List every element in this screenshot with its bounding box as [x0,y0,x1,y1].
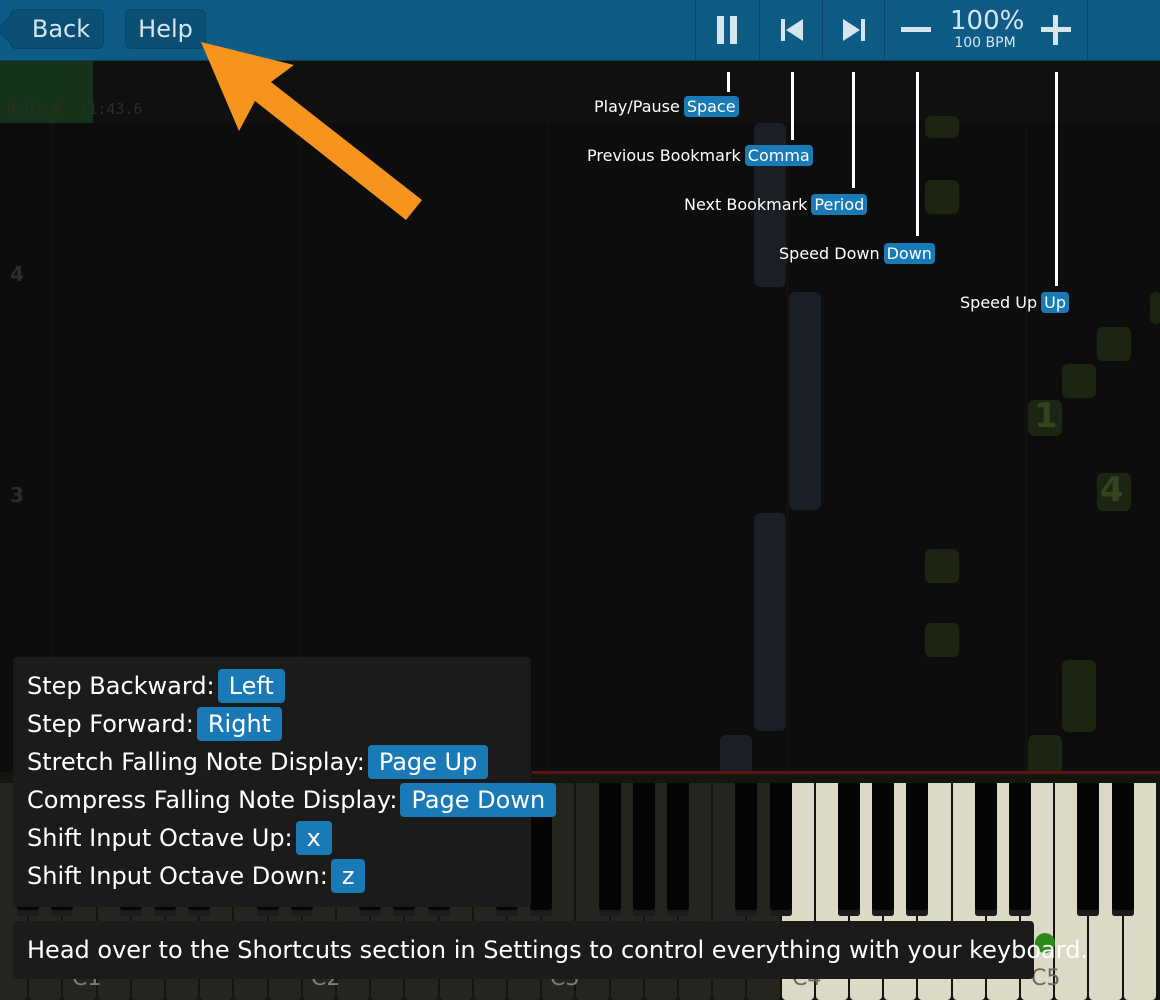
black-key[interactable] [906,783,929,916]
remaining-time: +1:43.6 [79,100,143,118]
key-badge: Space [683,96,739,117]
callout-line [916,72,919,236]
black-key[interactable] [735,783,758,916]
time-readout: 0:01.4 +1:43.6 [7,100,142,118]
tip-banner: Head over to the Shortcuts section in Se… [13,921,1088,979]
key-badge: Right [196,707,283,741]
callout-label: Previous Bookmark [587,146,741,165]
hit-line [532,771,1160,774]
key-badge: z [330,859,366,893]
falling-note [925,180,959,214]
toolbar-separator [884,0,885,60]
black-key[interactable] [838,783,860,916]
shortcut-row: Shift Input Octave Down: z [27,859,366,893]
elapsed-time: 0:01.4 [7,100,62,118]
black-key[interactable] [1111,783,1134,916]
shortcut-row: Shift Input Octave Up: x [27,821,332,855]
shortcut-label: Compress Falling Note Display: [27,786,398,814]
key-badge: Period [811,194,868,215]
toolbar-separator [759,0,760,60]
shortcut-row: Step Backward: Left [27,669,285,703]
key-badge: Page Up [367,745,489,779]
callout-speed-up: Speed Up Up [960,292,1069,313]
callout-play-pause: Play/Pause Space [594,96,739,117]
top-toolbar: Back Help 100% 100 BPM [0,0,1160,61]
falling-note [720,735,752,775]
octave-label: C5 [1031,966,1061,991]
pause-icon[interactable] [710,14,744,46]
finger-label: 1 [1034,396,1058,436]
previous-bookmark-icon[interactable] [775,14,809,46]
black-key[interactable] [598,783,621,916]
shortcut-label: Shift Input Octave Down: [27,862,328,890]
key-badge: Left [217,669,285,703]
black-key[interactable] [769,783,792,916]
black-key[interactable] [667,783,689,916]
callout-previous-bookmark: Previous Bookmark Comma [587,145,813,166]
next-bookmark-icon[interactable] [837,14,871,46]
falling-note [1150,292,1160,324]
timeline-bar[interactable] [0,61,1160,123]
falling-note [1062,364,1096,398]
black-key[interactable] [632,783,655,916]
falling-note [789,292,821,510]
falling-note [754,513,786,731]
falling-note [925,623,959,657]
key-badge: Page Down [400,783,557,817]
key-badge: Up [1041,292,1069,313]
lane-line [787,123,788,773]
shortcut-row: Compress Falling Note Display: Page Down [27,783,557,817]
shortcut-row: Stretch Falling Note Display: Page Up [27,745,489,779]
shortcut-label: Step Forward: [27,710,194,738]
callout-line [1055,72,1058,286]
speed-percent: 100% [950,6,1025,36]
callout-next-bookmark: Next Bookmark Period [684,194,868,215]
lane-line [1026,123,1027,773]
shortcut-label: Step Backward: [27,672,215,700]
shortcut-label: Stretch Falling Note Display: [27,748,365,776]
toolbar-separator [695,0,696,60]
minus-icon[interactable] [898,14,934,46]
callout-label: Speed Up [960,293,1038,312]
falling-note [925,116,959,138]
key-badge: x [295,821,332,855]
finger-label: 4 [1100,470,1124,510]
callout-label: Play/Pause [594,97,680,116]
callout-label: Next Bookmark [684,195,808,214]
falling-note [925,549,959,583]
callout-line [852,72,855,188]
shortcut-panel: Step Backward: Left Step Forward: Right St… [13,657,557,907]
black-key[interactable] [1077,783,1100,916]
lane-line [548,123,549,773]
falling-note [1062,660,1096,732]
shortcut-row: Step Forward: Right [27,707,283,741]
callout-speed-down: Speed Down Down [779,243,935,264]
black-key[interactable] [1009,783,1031,916]
key-badge: Down [883,243,935,264]
callout-line [727,72,730,92]
back-button[interactable]: Back [10,9,104,49]
falling-note [1028,735,1062,775]
back-button-label: Back [31,15,91,43]
tutorial-arrow-icon [201,42,422,220]
black-key[interactable] [974,783,997,916]
key-badge: Comma [744,145,813,166]
plus-icon[interactable] [1038,14,1074,46]
toolbar-separator [1087,0,1088,60]
measure-number: 4 [10,262,24,286]
toolbar-separator [822,0,823,60]
black-key[interactable] [872,783,895,916]
shortcut-label: Shift Input Octave Up: [27,824,293,852]
measure-number: 3 [10,483,24,507]
callout-label: Speed Down [779,244,880,263]
falling-note [1097,327,1131,361]
speed-bpm: 100 BPM [954,35,1016,51]
callout-line [791,72,794,140]
